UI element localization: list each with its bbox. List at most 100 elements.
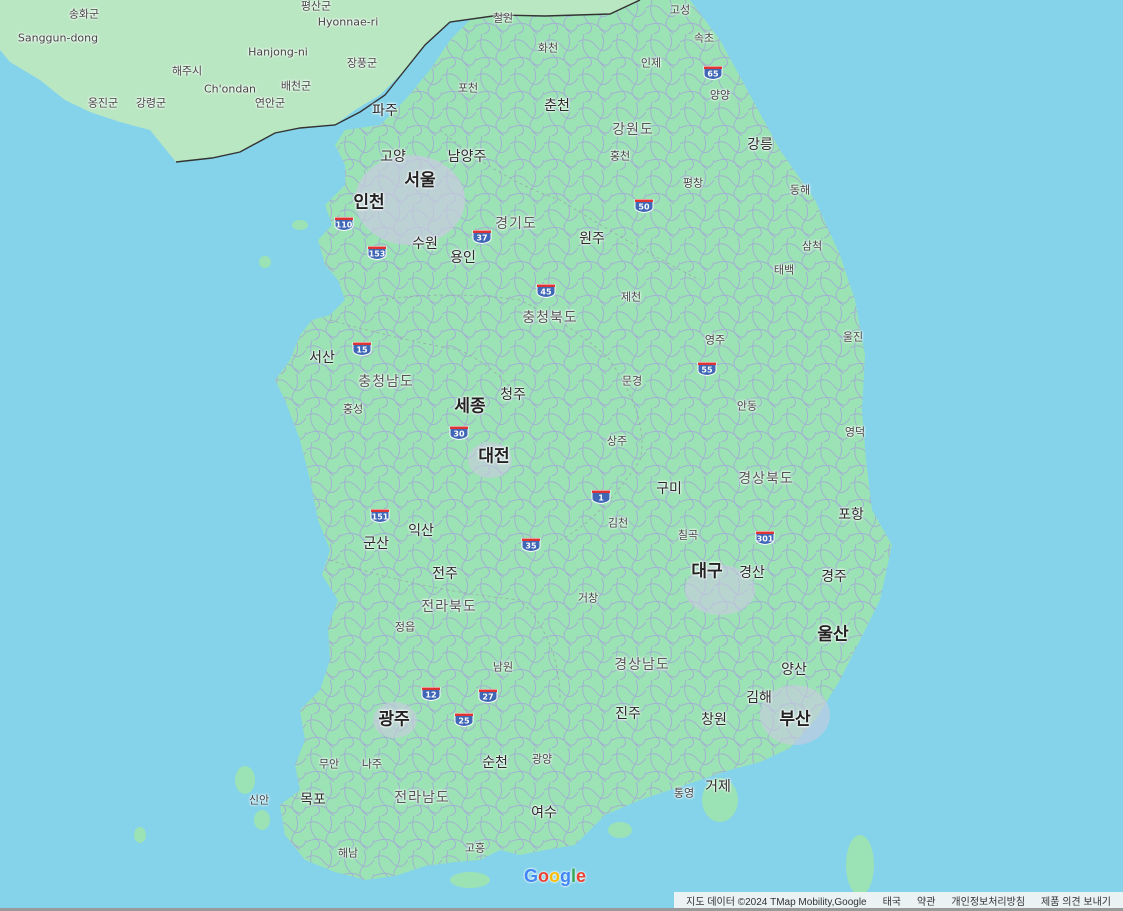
place-label[interactable]: 울진 bbox=[843, 332, 863, 343]
place-label[interactable]: Sanggun-dong bbox=[18, 33, 98, 44]
place-label[interactable]: 서울 bbox=[404, 172, 435, 190]
place-label[interactable]: 무안 bbox=[319, 759, 339, 770]
place-label[interactable]: 강원도 bbox=[612, 123, 654, 137]
highway-shield-icon: 12 bbox=[421, 687, 441, 702]
place-label[interactable]: 남양주 bbox=[448, 150, 487, 164]
place-label[interactable]: 충청북도 bbox=[522, 311, 578, 325]
place-label[interactable]: 거제 bbox=[705, 780, 731, 794]
place-label[interactable]: 배천군 bbox=[281, 81, 311, 92]
place-label[interactable]: 양양 bbox=[710, 90, 730, 101]
place-label[interactable]: 광주 bbox=[378, 711, 409, 729]
place-label[interactable]: 상주 bbox=[607, 436, 627, 447]
place-label[interactable]: 고흥 bbox=[465, 843, 485, 854]
place-label[interactable]: 군산 bbox=[363, 537, 389, 551]
place-label[interactable]: 삼척 bbox=[802, 241, 822, 252]
place-label[interactable]: 고양 bbox=[380, 150, 406, 164]
place-label[interactable]: 홍성 bbox=[343, 404, 363, 415]
place-label[interactable]: 화천 bbox=[538, 43, 558, 54]
highway-shield-icon: 35 bbox=[521, 538, 541, 553]
place-label[interactable]: 충청남도 bbox=[358, 375, 414, 389]
place-label[interactable]: 장풍군 bbox=[347, 58, 377, 69]
highway-number: 27 bbox=[482, 692, 494, 702]
place-label[interactable]: 수원 bbox=[412, 237, 438, 251]
place-label[interactable]: 여수 bbox=[531, 806, 557, 820]
map-canvas[interactable] bbox=[0, 0, 1123, 911]
place-label[interactable]: 철원 bbox=[493, 13, 513, 24]
place-label[interactable]: 울산 bbox=[817, 626, 848, 644]
highway-shield-icon: 45 bbox=[536, 284, 556, 299]
highway-shield-icon: 1 bbox=[591, 490, 611, 505]
place-label[interactable]: 전주 bbox=[432, 567, 458, 581]
place-label[interactable]: 문경 bbox=[622, 376, 642, 387]
place-label[interactable]: 해주시 bbox=[172, 66, 202, 77]
terms-link[interactable]: 약관 bbox=[917, 893, 935, 908]
place-label[interactable]: 진주 bbox=[615, 707, 641, 721]
place-label[interactable]: 영주 bbox=[705, 335, 725, 346]
place-label[interactable]: 인제 bbox=[641, 58, 661, 69]
place-label[interactable]: 세종 bbox=[454, 398, 485, 416]
place-label[interactable]: 용인 bbox=[450, 251, 476, 265]
place-label[interactable]: Hanjong-ni bbox=[248, 47, 308, 58]
place-label[interactable]: 대구 bbox=[691, 563, 722, 581]
place-label[interactable]: 대전 bbox=[478, 448, 509, 466]
privacy-link[interactable]: 개인정보처리방침 bbox=[951, 893, 1025, 908]
place-label[interactable]: 평창 bbox=[683, 178, 703, 189]
place-label[interactable]: 거창 bbox=[578, 593, 598, 604]
place-label[interactable]: 포항 bbox=[838, 508, 864, 522]
place-label[interactable]: 신안 bbox=[249, 795, 269, 806]
place-label[interactable]: 경기도 bbox=[495, 217, 537, 231]
place-label[interactable]: 나주 bbox=[362, 759, 382, 770]
highway-number: 15 bbox=[356, 345, 368, 355]
place-label[interactable]: 청주 bbox=[500, 388, 526, 402]
place-label[interactable]: 인천 bbox=[353, 194, 384, 212]
place-label[interactable]: 김해 bbox=[746, 691, 772, 705]
place-label[interactable]: 정읍 bbox=[395, 622, 415, 633]
country-link[interactable]: 태국 bbox=[883, 893, 901, 908]
place-label[interactable]: 동해 bbox=[790, 185, 810, 196]
place-label[interactable]: 부산 bbox=[779, 711, 810, 729]
place-label[interactable]: 전라남도 bbox=[394, 791, 450, 805]
place-label[interactable]: 영덕 bbox=[845, 427, 865, 438]
place-label[interactable]: 강릉 bbox=[747, 138, 773, 152]
place-label[interactable]: 남원 bbox=[493, 662, 513, 673]
place-label[interactable]: Hyonnae-ri bbox=[318, 17, 379, 28]
place-label[interactable]: 김천 bbox=[608, 518, 628, 529]
place-label[interactable]: 파주 bbox=[372, 104, 398, 118]
place-label[interactable]: 서산 bbox=[309, 351, 335, 365]
place-label[interactable]: 목포 bbox=[300, 793, 326, 807]
place-label[interactable]: 제천 bbox=[621, 292, 641, 303]
place-label[interactable]: 해남 bbox=[338, 848, 358, 859]
highway-number: 55 bbox=[701, 365, 713, 375]
place-label[interactable]: 전라북도 bbox=[421, 600, 477, 614]
highway-shield-icon: 65 bbox=[703, 66, 723, 81]
place-label[interactable]: Ch'ondan bbox=[204, 84, 256, 95]
place-label[interactable]: 연안군 bbox=[255, 98, 285, 109]
place-label[interactable]: 경주 bbox=[821, 570, 847, 584]
place-label[interactable]: 익산 bbox=[408, 524, 434, 538]
place-label[interactable]: 포천 bbox=[458, 83, 478, 94]
place-label[interactable]: 양산 bbox=[781, 663, 807, 677]
place-label[interactable]: 원주 bbox=[579, 232, 605, 246]
place-label[interactable]: 광양 bbox=[532, 754, 552, 765]
place-label[interactable]: 속초 bbox=[694, 33, 714, 44]
place-label[interactable]: 송화군 bbox=[69, 9, 99, 20]
highway-shield-icon: 301 bbox=[755, 531, 775, 546]
place-label[interactable]: 옹진군 bbox=[88, 98, 118, 109]
place-label[interactable]: 창원 bbox=[701, 713, 727, 727]
place-label[interactable]: 구미 bbox=[656, 482, 682, 496]
highway-number: 1 bbox=[598, 493, 604, 503]
place-label[interactable]: 안동 bbox=[737, 401, 757, 412]
place-label[interactable]: 경산 bbox=[739, 566, 765, 580]
place-label[interactable]: 강령군 bbox=[136, 98, 166, 109]
place-label[interactable]: 칠곡 bbox=[678, 530, 698, 541]
place-label[interactable]: 통영 bbox=[674, 788, 694, 799]
feedback-link[interactable]: 제품 의견 보내기 bbox=[1041, 893, 1111, 908]
place-label[interactable]: 경상남도 bbox=[614, 658, 670, 672]
place-label[interactable]: 춘천 bbox=[544, 99, 570, 113]
place-label[interactable]: 고성 bbox=[670, 5, 690, 16]
place-label[interactable]: 평산군 bbox=[301, 1, 331, 12]
place-label[interactable]: 경상북도 bbox=[738, 472, 794, 486]
place-label[interactable]: 홍천 bbox=[610, 151, 630, 162]
place-label[interactable]: 태백 bbox=[774, 265, 794, 276]
place-label[interactable]: 순천 bbox=[482, 756, 508, 770]
